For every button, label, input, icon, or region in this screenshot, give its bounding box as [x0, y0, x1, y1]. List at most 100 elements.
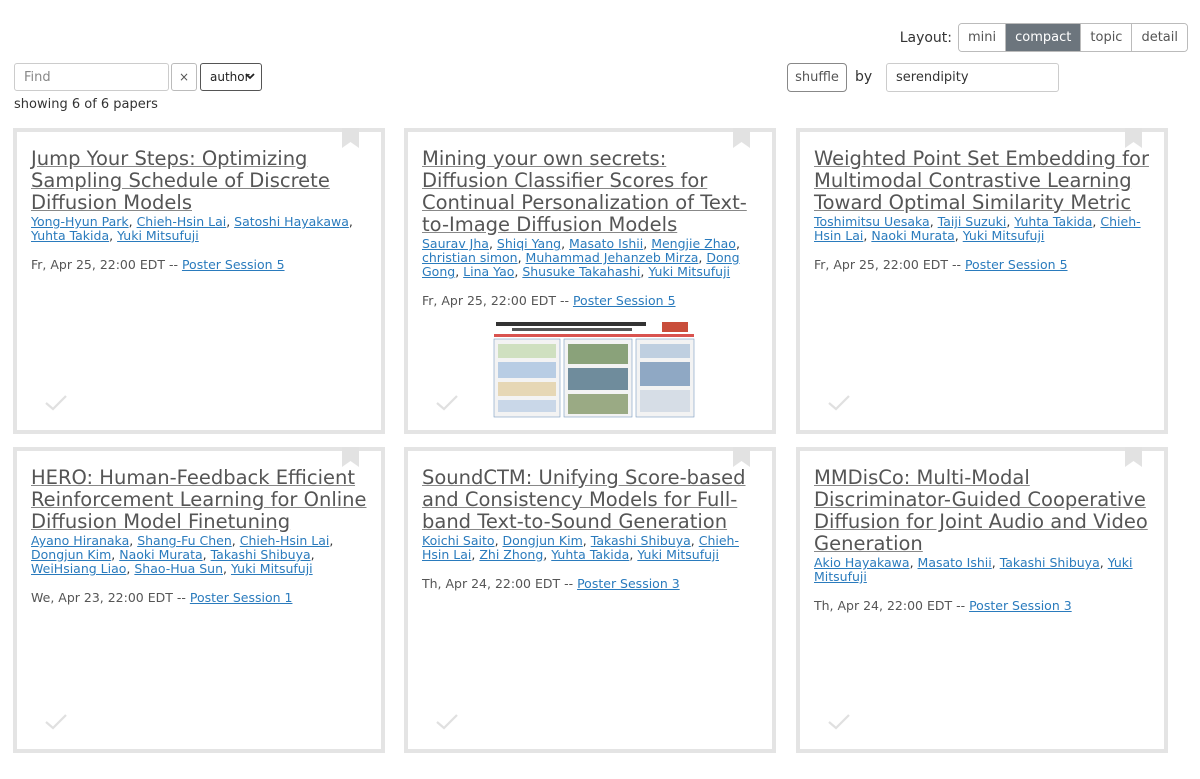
layout-detail-button[interactable]: detail — [1132, 24, 1187, 51]
check-icon[interactable] — [435, 394, 459, 412]
author-link[interactable]: Shiqi Yang — [497, 236, 561, 251]
paper-date: Fr, Apr 25, 22:00 EDT -- — [422, 293, 569, 308]
paper-card: HERO: Human-Feedback Efficient Reinforce… — [13, 447, 385, 753]
author-link[interactable]: Dongjun Kim — [503, 533, 583, 548]
poster-thumbnail[interactable] — [492, 320, 696, 420]
author-link[interactable]: Toshimitsu Uesaka — [814, 214, 930, 229]
author-link[interactable]: Masato Ishii — [918, 555, 992, 570]
paper-content: Mining your own secrets: Diffusion Class… — [422, 148, 758, 309]
search-field-select[interactable]: author — [200, 63, 262, 91]
author-link[interactable]: Mengjie Zhao — [651, 236, 736, 251]
check-icon[interactable] — [827, 713, 851, 731]
paper-card: Weighted Point Set Embedding for Multimo… — [796, 128, 1168, 434]
paper-content: HERO: Human-Feedback Efficient Reinforce… — [31, 467, 367, 606]
author-link[interactable]: Yuhta Takida — [1014, 214, 1092, 229]
check-icon[interactable] — [827, 394, 851, 412]
bookmark-icon[interactable] — [342, 128, 359, 148]
layout-label: Layout: — [899, 29, 953, 46]
bookmark-icon[interactable] — [1125, 128, 1142, 148]
paper-title-link[interactable]: Weighted Point Set Embedding for Multimo… — [814, 148, 1150, 214]
bookmark-icon[interactable] — [342, 447, 359, 467]
paper-card: Jump Your Steps: Optimizing Sampling Sch… — [13, 128, 385, 434]
search-input[interactable] — [14, 63, 169, 91]
paper-authors: Saurav Jha, Shiqi Yang, Masato Ishii, Me… — [422, 236, 740, 279]
author-link[interactable]: Zhi Zhong — [479, 547, 543, 562]
paper-card: SoundCTM: Unifying Score-based and Consi… — [404, 447, 776, 753]
paper-title-link[interactable]: SoundCTM: Unifying Score-based and Consi… — [422, 467, 758, 533]
paper-authors: Akio Hayakawa, Masato Ishii, Takashi Shi… — [814, 555, 1133, 584]
author-link[interactable]: Yuhta Takida — [31, 228, 109, 243]
author-link[interactable]: Chieh-Hsin Lai — [240, 533, 330, 548]
author-link[interactable]: Satoshi Hayakawa — [234, 214, 349, 229]
sort-input[interactable]: serendipity — [886, 63, 1059, 92]
author-link[interactable]: Takashi Shibuya — [1000, 555, 1100, 570]
check-icon[interactable] — [435, 713, 459, 731]
check-icon[interactable] — [44, 394, 68, 412]
paper-title-link[interactable]: Jump Your Steps: Optimizing Sampling Sch… — [31, 148, 367, 214]
layout-mini-button[interactable]: mini — [959, 24, 1007, 51]
poster-session-link[interactable]: Poster Session 3 — [577, 576, 680, 591]
author-link[interactable]: Takashi Shibuya — [591, 533, 691, 548]
author-link[interactable]: Yuki Mitsufuji — [637, 547, 719, 562]
paper-date: We, Apr 23, 22:00 EDT -- — [31, 590, 186, 605]
paper-card: Mining your own secrets: Diffusion Class… — [404, 128, 776, 434]
layout-compact-button[interactable]: compact — [1006, 24, 1082, 51]
poster-session-link[interactable]: Poster Session 1 — [190, 590, 293, 605]
author-link[interactable]: Lina Yao — [463, 264, 514, 279]
author-link[interactable]: Yong-Hyun Park — [31, 214, 129, 229]
clear-search-button[interactable]: × — [171, 63, 197, 91]
poster-session-link[interactable]: Poster Session 3 — [969, 598, 1072, 613]
search-field-value: author — [210, 70, 250, 84]
poster-session-link[interactable]: Poster Session 5 — [182, 257, 285, 272]
paper-date: Fr, Apr 25, 22:00 EDT -- — [814, 257, 961, 272]
paper-meta: We, Apr 23, 22:00 EDT -- Poster Session … — [31, 590, 367, 605]
paper-content: SoundCTM: Unifying Score-based and Consi… — [422, 467, 758, 592]
author-link[interactable]: Taiji Suzuki — [938, 214, 1007, 229]
bookmark-icon[interactable] — [1125, 447, 1142, 467]
paper-title-link[interactable]: MMDisCo: Multi-Modal Discriminator-Guide… — [814, 467, 1150, 555]
poster-session-link[interactable]: Poster Session 5 — [573, 293, 676, 308]
author-link[interactable]: Yuki Mitsufuji — [117, 228, 199, 243]
layout-switcher: Layout: mini compact topic detail — [900, 23, 1188, 52]
paper-title-link[interactable]: HERO: Human-Feedback Efficient Reinforce… — [31, 467, 367, 533]
paper-count-text: showing 6 of 6 papers — [14, 97, 158, 112]
author-link[interactable]: Muhammad Jehanzeb Mirza — [526, 250, 699, 265]
paper-meta: Fr, Apr 25, 22:00 EDT -- Poster Session … — [422, 293, 758, 308]
paper-card: MMDisCo: Multi-Modal Discriminator-Guide… — [796, 447, 1168, 753]
author-link[interactable]: Yuki Mitsufuji — [231, 561, 313, 576]
paper-authors: Koichi Saito, Dongjun Kim, Takashi Shibu… — [422, 533, 739, 562]
author-link[interactable]: Chieh-Hsin Lai — [137, 214, 227, 229]
paper-meta: Fr, Apr 25, 22:00 EDT -- Poster Session … — [31, 257, 367, 272]
author-link[interactable]: Akio Hayakawa — [814, 555, 910, 570]
author-link[interactable]: Naoki Murata — [871, 228, 954, 243]
author-link[interactable]: Shang-Fu Chen — [137, 533, 232, 548]
author-link[interactable]: Shusuke Takahashi — [522, 264, 640, 279]
author-link[interactable]: Saurav Jha — [422, 236, 489, 251]
author-link[interactable]: Ayano Hiranaka — [31, 533, 129, 548]
bookmark-icon[interactable] — [733, 447, 750, 467]
author-link[interactable]: Yuki Mitsufuji — [648, 264, 730, 279]
author-link[interactable]: Dongjun Kim — [31, 547, 111, 562]
check-icon[interactable] — [44, 713, 68, 731]
author-link[interactable]: Yuki Mitsufuji — [963, 228, 1045, 243]
author-link[interactable]: WeiHsiang Liao — [31, 561, 126, 576]
paper-title-link[interactable]: Mining your own secrets: Diffusion Class… — [422, 148, 758, 236]
author-link[interactable]: Shao-Hua Sun — [134, 561, 223, 576]
author-link[interactable]: Koichi Saito — [422, 533, 495, 548]
bookmark-icon[interactable] — [733, 128, 750, 148]
paper-date: Th, Apr 24, 22:00 EDT -- — [422, 576, 574, 591]
poster-session-link[interactable]: Poster Session 5 — [965, 257, 1068, 272]
author-link[interactable]: christian simon — [422, 250, 518, 265]
paper-authors: Toshimitsu Uesaka, Taiji Suzuki, Yuhta T… — [814, 214, 1141, 243]
sort-by-label: by — [855, 69, 873, 85]
chevron-down-icon — [245, 71, 255, 84]
paper-content: Weighted Point Set Embedding for Multimo… — [814, 148, 1150, 273]
author-link[interactable]: Takashi Shibuya — [211, 547, 311, 562]
author-link[interactable]: Yuhta Takida — [551, 547, 629, 562]
author-link[interactable]: Masato Ishii — [569, 236, 643, 251]
paper-meta: Th, Apr 24, 22:00 EDT -- Poster Session … — [422, 576, 758, 591]
paper-content: Jump Your Steps: Optimizing Sampling Sch… — [31, 148, 367, 273]
author-link[interactable]: Naoki Murata — [119, 547, 202, 562]
shuffle-button[interactable]: shuffle — [787, 63, 847, 92]
layout-topic-button[interactable]: topic — [1081, 24, 1133, 51]
